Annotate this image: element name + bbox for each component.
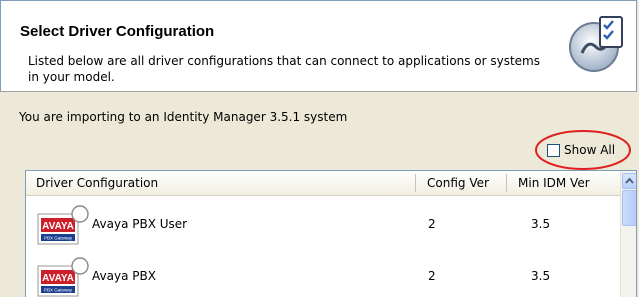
driver-name: Avaya PBX User xyxy=(92,217,188,231)
column-header-driver-configuration[interactable]: Driver Configuration xyxy=(36,171,158,195)
scroll-up-button[interactable] xyxy=(622,173,636,189)
show-all-checkbox[interactable]: Show All xyxy=(547,140,615,160)
avaya-logo-text: AVAYA xyxy=(42,273,74,284)
chevron-up-icon xyxy=(625,177,634,184)
avaya-logo-text: AVAYA xyxy=(42,221,74,232)
table-header: Driver Configuration Config Ver Min IDM … xyxy=(26,171,620,196)
avaya-logo-icon: AVAYA PBX Gateway xyxy=(37,205,89,245)
avaya-logo-subtext: PBX Gateway xyxy=(44,288,73,293)
wizard-header: Select Driver Configuration Listed below… xyxy=(0,0,637,92)
column-divider[interactable] xyxy=(506,174,507,192)
avaya-logo-icon: AVAYA PBX Gateway xyxy=(37,257,89,297)
checkbox-box[interactable] xyxy=(547,143,560,157)
config-checklist-icon xyxy=(569,16,623,72)
avaya-logo-subtext: PBX Gateway xyxy=(44,236,73,241)
import-target-message: You are importing to an Identity Manager… xyxy=(19,110,348,124)
column-divider[interactable] xyxy=(415,174,416,192)
page-title: Select Driver Configuration xyxy=(20,23,215,40)
scroll-thumb[interactable] xyxy=(622,190,636,226)
driver-name: Avaya PBX xyxy=(92,269,156,283)
config-version: 2 xyxy=(428,217,436,231)
column-header-config-ver[interactable]: Config Ver xyxy=(427,171,489,195)
min-idm-version: 3.5 xyxy=(531,217,551,231)
table-row[interactable]: AVAYA PBX Gateway Avaya PBX 2 3.5 xyxy=(26,252,620,297)
column-header-min-idm-ver[interactable]: Min IDM Ver xyxy=(518,171,590,195)
header-description: Listed below are all driver configuratio… xyxy=(28,54,540,84)
min-idm-version: 3.5 xyxy=(531,269,551,283)
driver-config-table: Driver Configuration Config Ver Min IDM … xyxy=(25,170,637,297)
vertical-scrollbar[interactable] xyxy=(620,171,636,297)
table-row[interactable]: AVAYA PBX Gateway Avaya PBX User 2 3.5 xyxy=(26,200,620,250)
config-version: 2 xyxy=(428,269,436,283)
show-all-label[interactable]: Show All xyxy=(564,143,615,157)
